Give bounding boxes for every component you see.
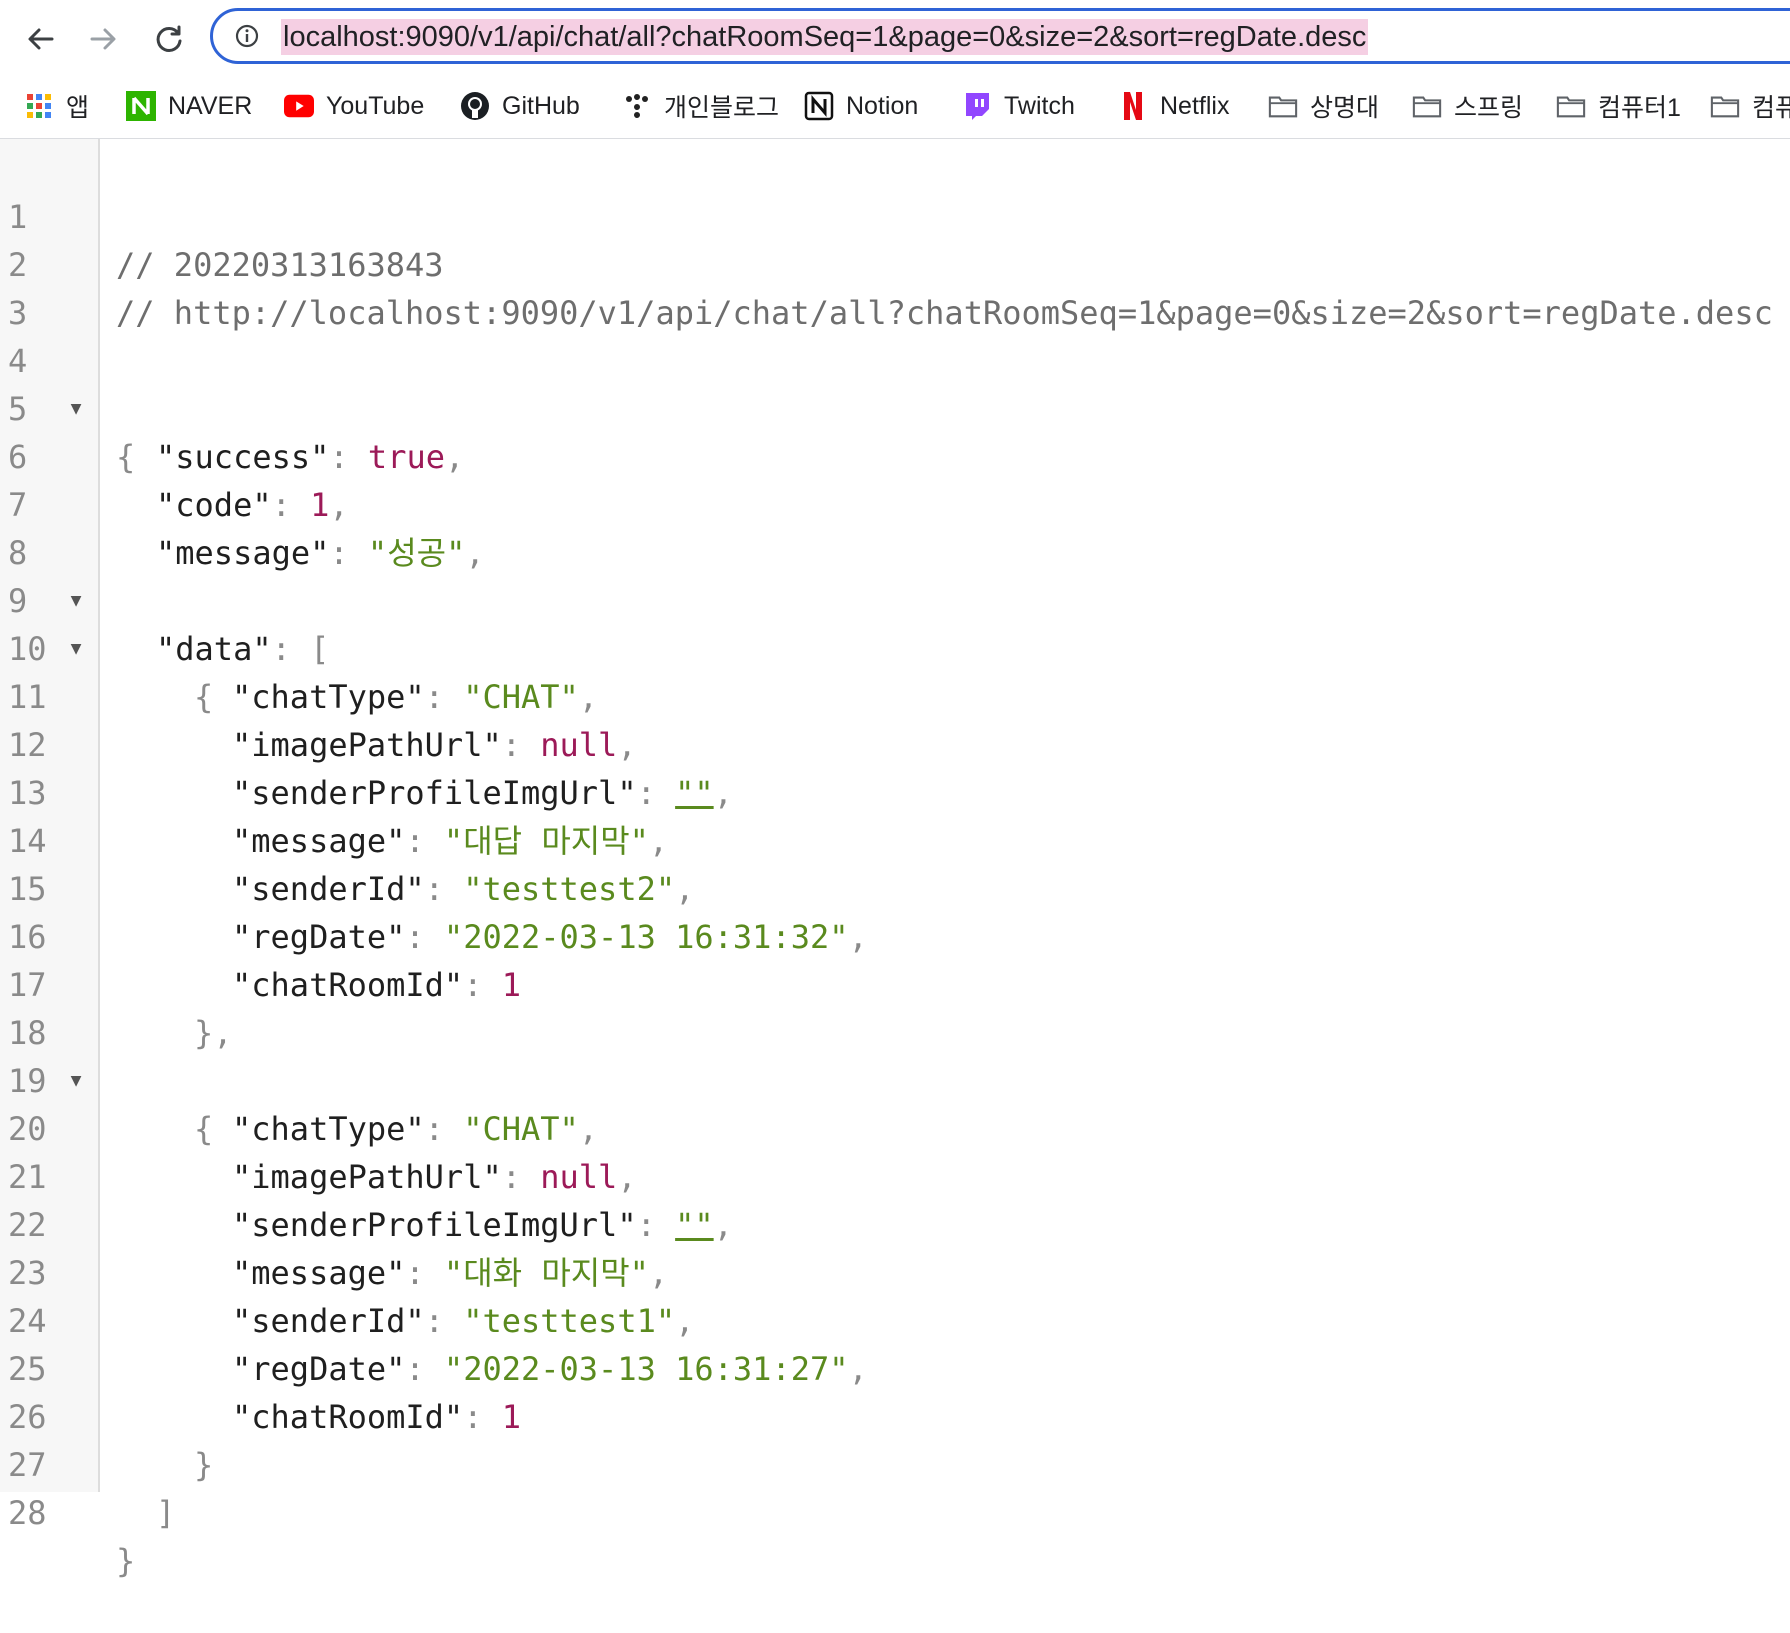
close-bracket: ]: [156, 1494, 176, 1532]
code-line: 16 "chatRoomId": 1: [0, 865, 1790, 1004]
github-icon: [460, 91, 490, 121]
bookmark-naver[interactable]: NAVER: [126, 84, 252, 128]
info-icon[interactable]: [235, 24, 259, 48]
bookmark-notion[interactable]: Notion: [804, 84, 918, 128]
folder-icon: [1556, 91, 1586, 121]
code-line: 15 "regDate": "2022-03-13 16:31:32",: [0, 817, 1790, 956]
folder-icon: [1710, 91, 1740, 121]
reload-icon: [156, 25, 182, 52]
bookmark-label: Twitch: [1004, 91, 1075, 120]
bookmark-label: GitHub: [502, 91, 580, 120]
code-line: 18 ▼ {: [0, 961, 1790, 1148]
address-bar[interactable]: localhost:9090/v1/api/chat/all?chatRoomS…: [210, 8, 1790, 64]
twitch-icon: [962, 91, 992, 121]
code-line: 9 ▼ {: [0, 529, 1790, 716]
forward-button[interactable]: [80, 16, 126, 62]
bookmark-label: Netflix: [1160, 91, 1230, 120]
bookmark-label: 앱: [66, 94, 90, 122]
youtube-icon: [284, 91, 314, 121]
code-line: 3: [0, 241, 1790, 332]
code-line: 13 "message": "대답 마지막",: [0, 721, 1790, 860]
dots-icon: [622, 91, 652, 121]
folder-icon: [1412, 91, 1442, 121]
code-line: 17 },: [0, 913, 1790, 1052]
bookmark-label: 컴퓨: [1752, 94, 1790, 122]
bookmark-label: 스프링: [1454, 94, 1524, 122]
bookmark-label: 컴퓨터1: [1598, 94, 1681, 122]
bookmark-github[interactable]: GitHub: [460, 84, 580, 128]
folder-icon: [1268, 91, 1298, 121]
bookmark-blog[interactable]: 개인블로그: [622, 84, 779, 128]
bookmark-label: NAVER: [168, 91, 253, 120]
code-line: 1 // 20220313163843: [0, 145, 1790, 284]
back-button[interactable]: [18, 16, 64, 62]
json-viewer: 1 // 20220313163843 2 // http://localhos…: [0, 139, 1790, 1580]
bookmark-folder-computer[interactable]: 컴퓨: [1710, 84, 1790, 128]
notion-icon: [804, 91, 834, 121]
code-line: 25 "chatRoomId": 1: [0, 1297, 1790, 1436]
code-line: 24 "regDate": "2022-03-13 16:31:27",: [0, 1249, 1790, 1388]
code-line: 21 "senderProfileImgUrl": "",: [0, 1105, 1790, 1244]
bookmark-folder-sangmyung[interactable]: 상명대: [1268, 84, 1379, 128]
bookmark-youtube[interactable]: YouTube: [284, 84, 424, 128]
netflix-icon: [1118, 91, 1148, 121]
code-line: 7 "message": "성공",: [0, 433, 1790, 572]
code-line: 8 ▼ "data": [: [0, 481, 1790, 668]
code-line: 5 "success": true,: [0, 337, 1790, 476]
bookmark-label: 개인블로그: [664, 94, 780, 122]
code-line: 4 ▼ {: [0, 289, 1790, 476]
code-line: 19 "chatType": "CHAT",: [0, 1009, 1790, 1148]
bookmark-label: YouTube: [326, 91, 425, 120]
code-line: 11 "imagePathUrl": null,: [0, 625, 1790, 764]
browser-toolbar: localhost:9090/v1/api/chat/all?chatRoomS…: [0, 0, 1790, 76]
bookmark-folder-computer1[interactable]: 컴퓨터1: [1556, 84, 1681, 128]
code-line: 6 "code": 1,: [0, 385, 1790, 524]
reload-button[interactable]: [146, 16, 192, 62]
url-text[interactable]: localhost:9090/v1/api/chat/all?chatRoomS…: [281, 19, 1369, 55]
code-line: 12 "senderProfileImgUrl": "",: [0, 673, 1790, 812]
close-brace: }: [116, 1542, 136, 1580]
code-line: 22 "message": "대화 마지막",: [0, 1153, 1790, 1292]
naver-icon: [126, 91, 156, 121]
code-line: 28 }: [0, 1441, 1790, 1580]
bookmark-label: Notion: [846, 91, 919, 120]
bookmark-apps[interactable]: 앱: [24, 84, 89, 128]
back-arrow-icon: [28, 28, 54, 50]
bookmark-twitch[interactable]: Twitch: [962, 84, 1075, 128]
code-line: 27 ]: [0, 1393, 1790, 1532]
code-line: 20 "imagePathUrl": null,: [0, 1057, 1790, 1196]
bookmark-folder-spring[interactable]: 스프링: [1412, 84, 1523, 128]
forward-arrow-icon: [90, 28, 116, 50]
line-number: 28: [8, 1494, 47, 1532]
code-line: 2 // http://localhost:9090/v1/api/chat/a…: [0, 193, 1790, 332]
code-line: 23 "senderId": "testtest1",: [0, 1201, 1790, 1340]
bookmarks-bar: 앱 NAVER YouTube GitHub 개인블로그 Notion Twit…: [0, 76, 1790, 139]
bookmark-label: 상명대: [1310, 94, 1380, 122]
code-line: 10 "chatType": "CHAT",: [0, 577, 1790, 716]
apps-grid-icon: [24, 91, 54, 121]
code-line: 14 "senderId": "testtest2",: [0, 769, 1790, 908]
code-line: 26 }: [0, 1345, 1790, 1484]
bookmark-netflix[interactable]: Netflix: [1118, 84, 1229, 128]
